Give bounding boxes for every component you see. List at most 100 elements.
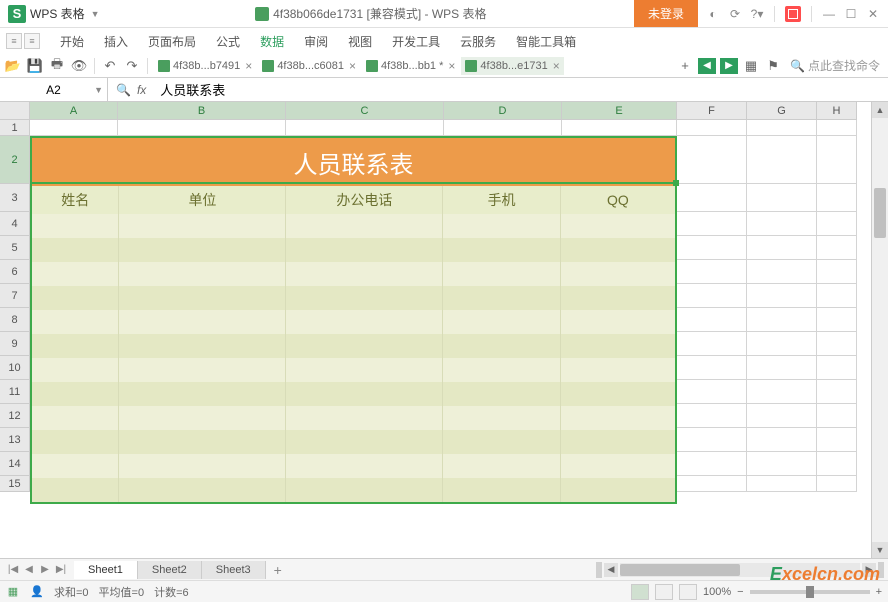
table-cell[interactable]: [119, 382, 286, 406]
cell[interactable]: [747, 452, 817, 476]
cell[interactable]: [118, 120, 286, 136]
sheet-next-button[interactable]: ▶: [38, 564, 52, 575]
table-cell[interactable]: [286, 286, 443, 310]
cell[interactable]: [817, 356, 857, 380]
cell[interactable]: [677, 356, 747, 380]
table-cell[interactable]: [119, 406, 286, 430]
fx-search-icon[interactable]: 🔍: [116, 83, 131, 97]
row-header-12[interactable]: 12: [0, 404, 30, 428]
table-cell[interactable]: [32, 478, 119, 502]
table-cell[interactable]: [443, 286, 560, 310]
cell[interactable]: [817, 260, 857, 284]
table-cell[interactable]: [561, 286, 675, 310]
sheet-prev-button[interactable]: ◀: [22, 564, 36, 575]
cell[interactable]: [747, 380, 817, 404]
cell[interactable]: [817, 476, 857, 492]
select-all-corner[interactable]: [0, 102, 30, 120]
table-cell[interactable]: [32, 454, 119, 478]
hscroll-thumb[interactable]: [620, 564, 740, 576]
layout-view-button[interactable]: [679, 584, 697, 600]
table-cell[interactable]: [561, 430, 675, 454]
zoom-in-button[interactable]: +: [876, 586, 882, 598]
cell-reference-input[interactable]: [19, 83, 89, 97]
close-tab-icon[interactable]: ×: [349, 59, 356, 73]
redo-icon[interactable]: ↷: [123, 57, 141, 75]
cell[interactable]: [677, 184, 747, 212]
chevron-down-icon[interactable]: ▼: [91, 9, 100, 19]
normal-view-button[interactable]: [631, 584, 649, 600]
table-cell[interactable]: [119, 286, 286, 310]
cell[interactable]: [747, 236, 817, 260]
cell[interactable]: [677, 404, 747, 428]
file-tab[interactable]: 4f38b...b7491×: [154, 57, 256, 75]
row-header-15[interactable]: 15: [0, 476, 30, 492]
table-cell[interactable]: [286, 478, 443, 502]
cell[interactable]: [817, 120, 857, 136]
column-header-A[interactable]: A: [30, 102, 118, 120]
table-cell[interactable]: [32, 310, 119, 334]
table-cell[interactable]: [32, 214, 119, 238]
cell[interactable]: [677, 260, 747, 284]
table-cell[interactable]: [443, 454, 560, 478]
add-sheet-button[interactable]: +: [266, 562, 290, 578]
table-cell[interactable]: [286, 262, 443, 286]
close-tab-icon[interactable]: ×: [245, 59, 252, 73]
table-cell[interactable]: [561, 334, 675, 358]
close-icon[interactable]: ✕: [866, 7, 880, 21]
row-header-9[interactable]: 9: [0, 332, 30, 356]
menu-云服务[interactable]: 云服务: [450, 29, 506, 54]
row-header-13[interactable]: 13: [0, 428, 30, 452]
table-cell[interactable]: [443, 214, 560, 238]
cell[interactable]: [747, 476, 817, 492]
cell[interactable]: [747, 284, 817, 308]
refresh-icon[interactable]: ⟳: [728, 7, 742, 21]
login-button[interactable]: 未登录: [634, 0, 698, 27]
scroll-track[interactable]: [872, 118, 888, 542]
cell[interactable]: [677, 284, 747, 308]
formula-input[interactable]: [154, 82, 888, 97]
row-header-3[interactable]: 3: [0, 184, 30, 212]
table-cell[interactable]: [443, 382, 560, 406]
maximize-icon[interactable]: ☐: [844, 7, 858, 21]
row-header-11[interactable]: 11: [0, 380, 30, 404]
close-tab-icon[interactable]: ×: [553, 59, 560, 73]
flag-icon[interactable]: ⚑: [764, 57, 782, 75]
cell[interactable]: [562, 120, 677, 136]
sheet-tab-Sheet3[interactable]: Sheet3: [202, 561, 266, 579]
row-header-5[interactable]: 5: [0, 236, 30, 260]
cell[interactable]: [747, 332, 817, 356]
doc-status-icon[interactable]: ▦: [6, 585, 20, 599]
table-cell[interactable]: [561, 262, 675, 286]
table-cell[interactable]: [32, 430, 119, 454]
vertical-scrollbar[interactable]: ▲ ▼: [871, 102, 888, 558]
table-cell[interactable]: [443, 358, 560, 382]
table-cell[interactable]: [32, 238, 119, 262]
open-icon[interactable]: 📂: [4, 57, 22, 75]
cell[interactable]: [747, 308, 817, 332]
cell[interactable]: [817, 136, 857, 184]
table-cell[interactable]: [443, 238, 560, 262]
table-header-cell[interactable]: 手机: [443, 186, 560, 214]
table-cell[interactable]: [443, 478, 560, 502]
file-tab[interactable]: 4f38b...e1731×: [461, 57, 563, 75]
table-cell[interactable]: [119, 430, 286, 454]
cell[interactable]: [817, 284, 857, 308]
table-cell[interactable]: [286, 454, 443, 478]
row-header-10[interactable]: 10: [0, 356, 30, 380]
sheet-last-button[interactable]: ▶|: [54, 564, 68, 575]
menu-审阅[interactable]: 审阅: [294, 29, 338, 54]
cell[interactable]: [817, 236, 857, 260]
scroll-down-button[interactable]: ▼: [872, 542, 888, 558]
table-cell[interactable]: [119, 214, 286, 238]
menu-视图[interactable]: 视图: [338, 29, 382, 54]
table-cell[interactable]: [286, 310, 443, 334]
table-cell[interactable]: [32, 382, 119, 406]
table-cell[interactable]: [443, 334, 560, 358]
row-header-2[interactable]: 2: [0, 136, 30, 184]
cell[interactable]: [677, 476, 747, 492]
table-cell[interactable]: [443, 262, 560, 286]
cell[interactable]: [747, 136, 817, 184]
cell[interactable]: [677, 212, 747, 236]
table-cell[interactable]: [286, 334, 443, 358]
cell[interactable]: [747, 428, 817, 452]
